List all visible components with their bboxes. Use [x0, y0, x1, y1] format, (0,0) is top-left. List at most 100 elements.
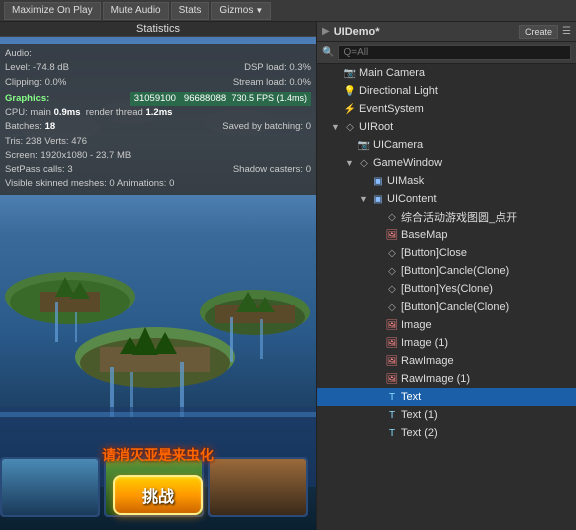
maximize-on-play-button[interactable]: Maximize On Play — [4, 2, 101, 20]
indent-space — [345, 337, 359, 349]
tree-item-game-window[interactable]: ▼◇GameWindow — [317, 154, 576, 172]
tree-item-btn-cancle-clone2[interactable]: ◇[Button]Cancle(Clone) — [317, 298, 576, 316]
tree-item-base-map[interactable]: 🖼BaseMap — [317, 226, 576, 244]
indent-space — [331, 373, 345, 385]
camera-icon: 📷 — [343, 66, 357, 80]
indent-space — [317, 103, 331, 115]
indent-space — [331, 427, 345, 439]
tree-label: [Button]Close — [401, 247, 467, 259]
indent-space — [317, 355, 331, 367]
indent-space — [317, 283, 331, 295]
indent-space — [359, 265, 373, 277]
tree-label: UIRoot — [359, 121, 393, 133]
tree-item-btn-cancle-clone[interactable]: ◇[Button]Cancle(Clone) — [317, 262, 576, 280]
tree-item-raw-image[interactable]: 🖼RawImage — [317, 352, 576, 370]
tree-arrow — [373, 374, 385, 384]
tree-item-text-1[interactable]: TText (1) — [317, 406, 576, 424]
indent-space — [317, 265, 331, 277]
indent-space — [345, 301, 359, 313]
indent-space — [345, 247, 359, 259]
tree-arrow — [373, 230, 385, 240]
tree-arrow — [331, 104, 343, 114]
indent-space — [331, 193, 345, 205]
main-area: Statistics Audio: Level: -74.8 dB DSP lo… — [0, 22, 576, 530]
tree-item-activity[interactable]: ◇综合活动游戏图圆_点开 — [317, 208, 576, 226]
tree-item-text-2[interactable]: TText (2) — [317, 424, 576, 442]
tree-arrow — [373, 356, 385, 366]
indent-space — [331, 247, 345, 259]
search-icon: 🔍 — [322, 47, 334, 58]
tree-arrow — [373, 284, 385, 294]
tree-item-image-1[interactable]: 🖼Image (1) — [317, 334, 576, 352]
hierarchy-title: UIDemo* — [334, 26, 380, 38]
ui-icon: ▣ — [371, 192, 385, 206]
indent-space — [345, 229, 359, 241]
tree-item-ui-root[interactable]: ▼◇UIRoot — [317, 118, 576, 136]
gizmos-button[interactable]: Gizmos ▼ — [211, 2, 271, 20]
stats-button[interactable]: Stats — [171, 2, 210, 20]
tree-arrow — [331, 68, 343, 78]
create-button[interactable]: Create — [519, 25, 558, 39]
indent-space — [331, 139, 345, 151]
tree-label: Directional Light — [359, 85, 438, 97]
indent-space — [359, 319, 373, 331]
tree-label: Text (2) — [401, 427, 438, 439]
tree-item-ui-mask[interactable]: ▣UIMask — [317, 172, 576, 190]
image-icon: 🖼 — [385, 318, 399, 332]
tree-item-directional-light[interactable]: 💡Directional Light — [317, 82, 576, 100]
indent-space — [317, 67, 331, 79]
image-icon: 🖼 — [385, 228, 399, 242]
indent-space — [331, 301, 345, 313]
indent-space — [317, 175, 331, 187]
indent-space — [331, 265, 345, 277]
tree-item-ui-content[interactable]: ▼▣UIContent — [317, 190, 576, 208]
ui-icon: ▣ — [371, 174, 385, 188]
tree-arrow — [373, 320, 385, 330]
tree-item-ui-camera[interactable]: 📷UICamera — [317, 136, 576, 154]
hierarchy-menu-icon[interactable]: ☰ — [562, 26, 571, 37]
indent-space — [331, 355, 345, 367]
indent-space — [359, 301, 373, 313]
tree-item-event-system[interactable]: ⚡EventSystem — [317, 100, 576, 118]
mute-audio-button[interactable]: Mute Audio — [103, 2, 169, 20]
indent-space — [359, 355, 373, 367]
indent-space — [331, 409, 345, 421]
indent-space — [345, 409, 359, 421]
event-icon: ⚡ — [343, 102, 357, 116]
indent-space — [345, 211, 359, 223]
indent-space — [345, 391, 359, 403]
gameobj-icon: ◇ — [357, 156, 371, 170]
camera-icon: 📷 — [357, 138, 371, 152]
image-icon: 🖼 — [385, 336, 399, 350]
indent-space — [359, 283, 373, 295]
tree-item-btn-close[interactable]: ◇[Button]Close — [317, 244, 576, 262]
indent-space — [359, 247, 373, 259]
hierarchy-panel: ▶ UIDemo* Create ☰ 🔍 📷Main Camera 💡Direc… — [316, 22, 576, 530]
tree-arrow — [373, 302, 385, 312]
tree-item-main-camera[interactable]: 📷Main Camera — [317, 64, 576, 82]
tree-item-text[interactable]: TText — [317, 388, 576, 406]
indent-space — [331, 175, 345, 187]
tree-arrow: ▼ — [345, 158, 357, 168]
tree-label: [Button]Cancle(Clone) — [401, 265, 509, 277]
indent-space — [331, 391, 345, 403]
tree-arrow — [373, 428, 385, 438]
indent-space — [331, 157, 345, 169]
image-icon: 🖼 — [385, 372, 399, 386]
gameobj-icon: ◇ — [385, 246, 399, 260]
search-input[interactable] — [338, 45, 571, 60]
tree-item-raw-image-1[interactable]: 🖼RawImage (1) — [317, 370, 576, 388]
tree-label: Text (1) — [401, 409, 438, 421]
challenge-button[interactable]: 挑战 — [113, 475, 203, 515]
tree-arrow — [373, 392, 385, 402]
indent-space — [317, 301, 331, 313]
tree-item-image[interactable]: 🖼Image — [317, 316, 576, 334]
tree-arrow: ▼ — [331, 122, 343, 132]
fps-display: 31059100 96688088 730.5 FPS (1.4ms) — [130, 92, 311, 106]
indent-space — [359, 229, 373, 241]
indent-space — [359, 211, 373, 223]
tree-label: RawImage (1) — [401, 373, 470, 385]
gameobj-icon: ◇ — [385, 300, 399, 314]
tree-item-btn-yes-clone[interactable]: ◇[Button]Yes(Clone) — [317, 280, 576, 298]
indent-space — [345, 283, 359, 295]
